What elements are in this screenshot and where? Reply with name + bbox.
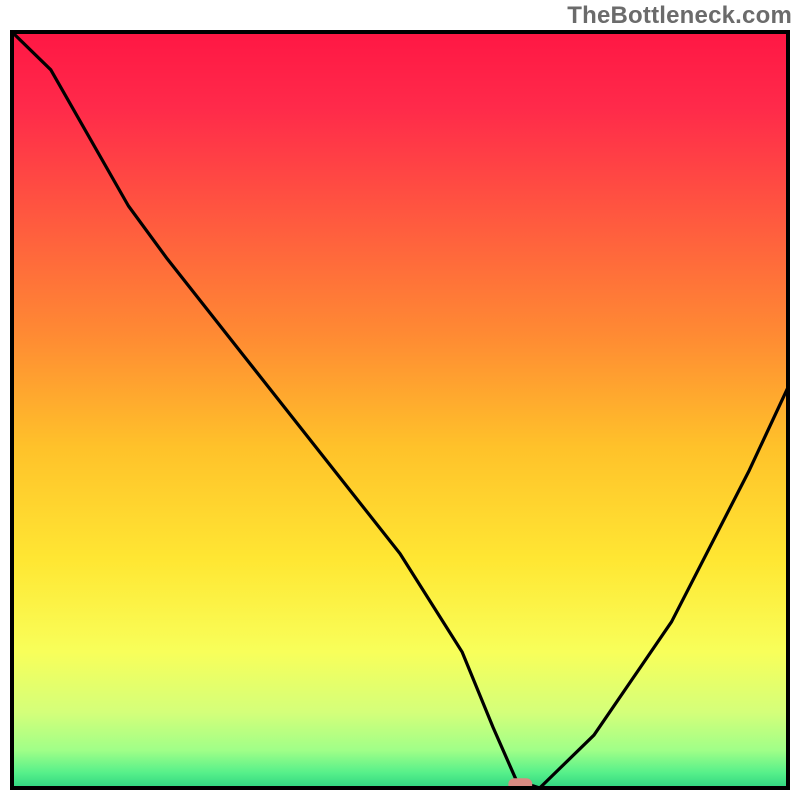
plot-area [10, 30, 790, 790]
watermark-text: TheBottleneck.com [567, 2, 792, 30]
gradient-background [12, 32, 788, 788]
bottleneck-chart [10, 30, 790, 790]
chart-container: TheBottleneck.com [0, 0, 800, 800]
